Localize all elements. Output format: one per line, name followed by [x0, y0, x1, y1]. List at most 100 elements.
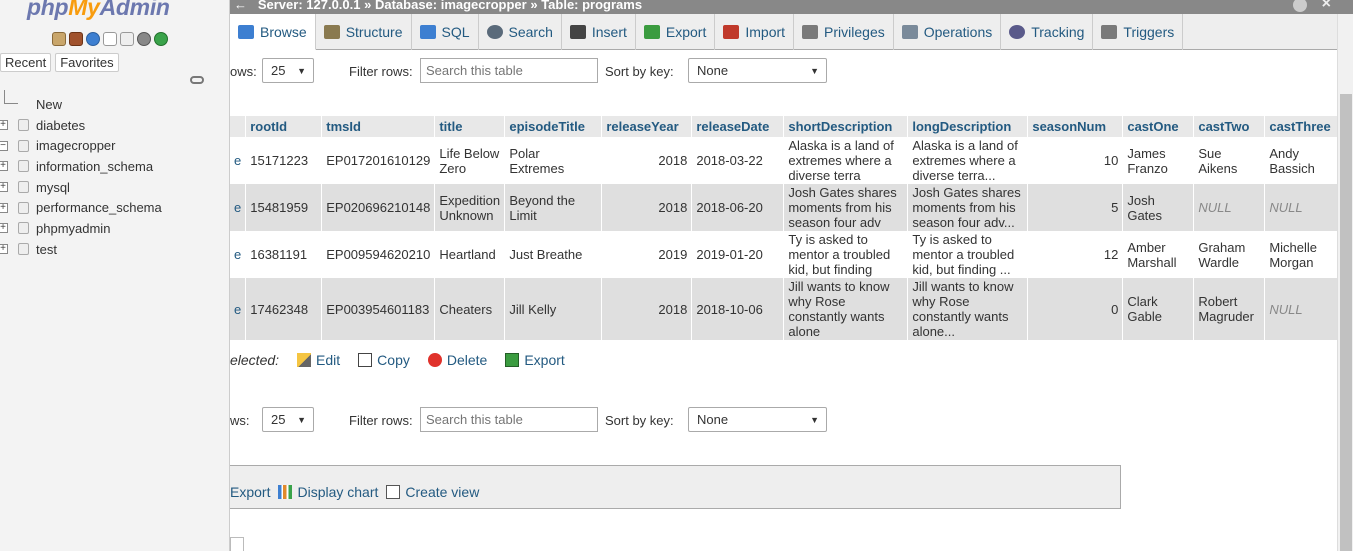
expand-icon[interactable]: + — [0, 182, 8, 193]
phpmyadmin-logo[interactable]: phpMyAdmin — [27, 0, 170, 21]
sort-by-key-select[interactable]: None ▼ — [688, 58, 827, 83]
filter-rows-input[interactable] — [420, 58, 598, 83]
cell-releasedate: 2018-10-06 — [691, 278, 785, 340]
column-header-rootid[interactable]: rootId — [245, 116, 323, 137]
column-header-releaseyear[interactable]: releaseYear — [601, 116, 693, 137]
sql-docs-icon[interactable] — [120, 32, 134, 46]
expand-icon[interactable]: + — [0, 161, 8, 172]
tab-export[interactable]: Export — [636, 14, 716, 50]
sort-by-key-label: Sort by key: — [605, 64, 674, 79]
filter-rows-input[interactable] — [420, 407, 598, 432]
column-header-title[interactable]: title — [434, 116, 506, 137]
column-header-shortdescription[interactable]: shortDescription — [783, 116, 909, 137]
tree-item-label[interactable]: diabetes — [36, 118, 85, 133]
display-chart-button[interactable]: Display chart — [278, 484, 378, 500]
tab-sql[interactable]: SQL — [412, 14, 479, 50]
tree-item-label[interactable]: imagecropper — [36, 138, 116, 153]
column-header-tmsid[interactable]: tmsId — [321, 116, 436, 137]
help-icon[interactable] — [86, 32, 100, 46]
column-header-episodetitle[interactable]: episodeTitle — [504, 116, 603, 137]
tab-import[interactable]: Import — [715, 14, 795, 50]
column-header-castthree[interactable]: castThree — [1264, 116, 1348, 137]
expand-icon[interactable]: + — [0, 202, 8, 213]
table-row[interactable]: e 16381191 EP009594620210 Heartland Just… — [230, 231, 1348, 278]
row-action-link[interactable]: e — [230, 278, 247, 340]
cell-rootid: 15171223 — [245, 137, 323, 184]
export-label: Export — [524, 352, 565, 368]
expand-icon[interactable]: + — [0, 120, 8, 131]
cell-shortdescription: Josh Gates shares moments from his seaso… — [783, 184, 909, 231]
delete-selected-button[interactable]: Delete — [427, 352, 487, 368]
copy-label: Copy — [377, 352, 410, 368]
documentation-icon[interactable] — [103, 32, 117, 46]
row-action-link[interactable]: e — [230, 184, 247, 231]
column-header-castone[interactable]: castOne — [1122, 116, 1195, 137]
database-icon — [18, 201, 29, 214]
settings-gear-icon[interactable] — [1293, 0, 1307, 12]
back-arrow-icon[interactable]: ← — [234, 0, 247, 12]
recent-button[interactable]: Recent — [0, 53, 52, 72]
row-action-link[interactable]: e — [230, 231, 247, 278]
collapse-icon[interactable]: − — [0, 140, 8, 151]
table-row[interactable]: e 15481959 EP020696210148 Expedition Unk… — [230, 184, 1348, 231]
pencil-icon — [297, 353, 312, 367]
wrench-icon — [901, 25, 918, 39]
column-header-casttwo[interactable]: castTwo — [1193, 116, 1266, 137]
table-row[interactable]: e 17462348 EP003954601183 Cheaters Jill … — [230, 278, 1348, 340]
tab-browse[interactable]: Browse — [230, 14, 316, 50]
link-with-main-icon[interactable] — [190, 76, 204, 84]
tab-triggers[interactable]: Triggers — [1093, 14, 1184, 50]
tree-item-label[interactable]: information_schema — [36, 159, 153, 174]
create-view-button[interactable]: Create view — [386, 484, 479, 500]
cell-tmsid: EP003954601183 — [321, 278, 436, 340]
column-header-seasonnum[interactable]: seasonNum — [1027, 116, 1124, 137]
table-row[interactable]: e 15171223 EP017201610129 Life Below Zer… — [230, 137, 1348, 184]
cell-releaseyear: 2018 — [601, 137, 693, 184]
settings-icon[interactable] — [137, 32, 151, 46]
breadcrumb-table[interactable]: Table: programs — [541, 0, 642, 12]
sort-by-key-select[interactable]: None ▼ — [688, 407, 827, 432]
expand-icon[interactable]: + — [0, 223, 8, 234]
reload-icon[interactable] — [154, 32, 168, 46]
tree-item-label[interactable]: test — [36, 242, 57, 257]
rows-label: ws: — [230, 413, 250, 428]
exit-icon[interactable] — [69, 32, 83, 46]
console-toggle[interactable] — [230, 537, 244, 551]
favorites-button[interactable]: Favorites — [55, 53, 119, 72]
triggers-icon — [1101, 25, 1118, 39]
rows-select-value: 25 — [271, 412, 286, 427]
breadcrumb-database[interactable]: Database: imagecropper — [375, 0, 527, 12]
tab-structure[interactable]: Structure — [316, 14, 412, 50]
rows-select[interactable]: 25 ▼ — [262, 58, 314, 83]
export-selected-button[interactable]: Export — [505, 352, 565, 368]
close-icon[interactable]: × — [1322, 0, 1331, 12]
rows-select[interactable]: 25 ▼ — [262, 407, 314, 432]
with-selected-actions: elected: Edit Copy Delete Export — [230, 352, 565, 368]
cell-rootid: 15481959 — [245, 184, 323, 231]
database-icon — [18, 243, 29, 256]
breadcrumb: ← Server: 127.0.0.1 » Database: imagecro… — [230, 0, 1353, 14]
tree-item-label[interactable]: mysql — [36, 180, 70, 195]
cell-longdescription: Alaska is a land of extremes where a div… — [907, 137, 1029, 184]
column-header-longdescription[interactable]: longDescription — [907, 116, 1029, 137]
cell-shortdescription: Jill wants to know why Rose constantly w… — [783, 278, 909, 340]
expand-icon[interactable]: + — [0, 244, 8, 255]
tab-privileges[interactable]: Privileges — [794, 14, 894, 50]
edit-selected-button[interactable]: Edit — [297, 352, 340, 368]
tab-search[interactable]: Search — [479, 14, 562, 50]
vertical-scrollbar[interactable] — [1337, 14, 1353, 551]
export-button[interactable]: Export — [230, 484, 270, 500]
tree-item-label[interactable]: phpmyadmin — [36, 221, 110, 236]
tab-insert[interactable]: Insert — [562, 14, 636, 50]
tab-operations[interactable]: Operations — [894, 14, 1002, 50]
scrollbar-thumb[interactable] — [1340, 94, 1352, 551]
tab-tracking[interactable]: Tracking — [1001, 14, 1094, 50]
tree-item-label[interactable]: performance_schema — [36, 200, 162, 215]
column-header-releasedate[interactable]: releaseDate — [691, 116, 785, 137]
cell-episodetitle: Beyond the Limit — [504, 184, 603, 231]
tree-item-label[interactable]: New — [36, 97, 62, 112]
row-action-link[interactable]: e — [230, 137, 247, 184]
copy-selected-button[interactable]: Copy — [358, 352, 410, 368]
breadcrumb-server[interactable]: Server: 127.0.0.1 — [258, 0, 361, 12]
home-icon[interactable] — [52, 32, 66, 46]
